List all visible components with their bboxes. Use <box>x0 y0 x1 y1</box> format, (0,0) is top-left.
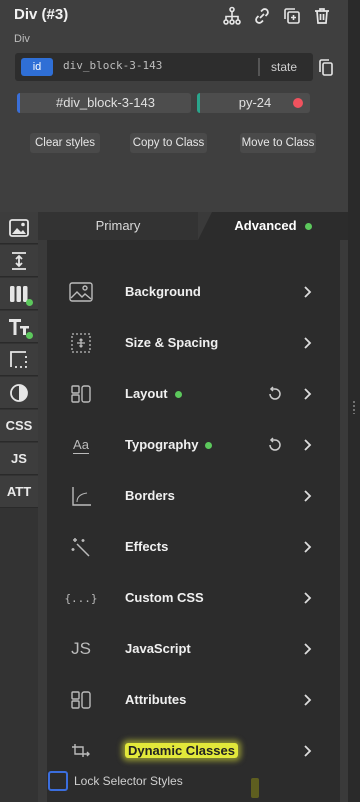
section-label: Effects <box>125 539 169 554</box>
custom-css-icon: {...} <box>64 591 98 605</box>
chevron-right-icon <box>304 388 312 400</box>
style-content: Primary Advanced Background Size & Spaci… <box>38 212 348 802</box>
dynamic-classes-icon <box>69 739 93 763</box>
effects-icon <box>69 535 93 559</box>
resize-grip-icon[interactable] <box>352 400 356 414</box>
vertical-spacing-icon[interactable] <box>0 245 38 277</box>
active-indicator-dot <box>26 332 33 339</box>
copy-to-class-button[interactable]: Copy to Class <box>130 133 207 153</box>
section-javascript[interactable]: JS JavaScript <box>47 624 340 675</box>
copy-selector-icon[interactable] <box>316 58 336 78</box>
size-spacing-icon <box>69 331 93 355</box>
style-sidebar: CSS JS ATT <box>0 212 38 802</box>
lock-selector-styles[interactable]: Lock Selector Styles <box>48 771 183 791</box>
section-label: Borders <box>125 488 175 503</box>
section-label: Layout <box>125 386 182 401</box>
class-chip-label: py-24 <box>238 95 272 110</box>
section-borders[interactable]: Borders <box>47 471 340 522</box>
duplicate-icon[interactable] <box>280 4 304 28</box>
style-tabs: Primary Advanced <box>38 212 348 240</box>
class-chip-py-24[interactable]: py-24 <box>197 93 310 113</box>
css-tab[interactable]: CSS <box>0 410 38 442</box>
advanced-sections: Background Size & Spacing Layout Aa Typo… <box>47 240 340 802</box>
properties-panel: Div (#3) Div id div_block-3-143 state #d… <box>0 0 348 802</box>
section-background[interactable]: Background <box>47 267 340 318</box>
chevron-right-icon <box>304 286 312 298</box>
active-indicator-dot <box>26 299 33 306</box>
contrast-icon[interactable] <box>0 377 38 409</box>
section-label: Dynamic Classes <box>125 743 238 758</box>
active-indicator-dot <box>205 442 213 450</box>
header-actions <box>220 4 334 28</box>
section-custom-css[interactable]: {...} Custom CSS <box>47 573 340 624</box>
att-tab[interactable]: ATT <box>0 476 38 508</box>
section-label: Custom CSS <box>125 590 204 605</box>
active-indicator-dot <box>304 223 312 231</box>
element-type-label: Div <box>14 33 30 45</box>
cursor-marker <box>251 778 259 798</box>
section-dynamic-classes[interactable]: Dynamic Classes <box>47 726 340 777</box>
chevron-right-icon <box>304 745 312 757</box>
panel-header: Div (#3) Div id div_block-3-143 state #d… <box>0 0 348 212</box>
chevron-right-icon <box>304 592 312 604</box>
attributes-icon <box>69 688 93 712</box>
trash-icon[interactable] <box>310 4 334 28</box>
clear-styles-button[interactable]: Clear styles <box>30 133 100 153</box>
class-chip-id[interactable]: #div_block-3-143 <box>17 93 191 113</box>
js-tab[interactable]: JS <box>0 443 38 475</box>
reset-icon[interactable] <box>267 386 283 402</box>
section-label: JavaScript <box>125 641 191 656</box>
tab-primary[interactable]: Primary <box>38 212 198 240</box>
chevron-right-icon <box>304 490 312 502</box>
move-to-class-button[interactable]: Move to Class <box>240 133 316 153</box>
section-effects[interactable]: Effects <box>47 522 340 573</box>
selector-field[interactable]: id div_block-3-143 state <box>15 53 313 81</box>
tab-label: Advanced <box>234 218 297 233</box>
section-label: Background <box>125 284 201 299</box>
chevron-right-icon <box>304 541 312 553</box>
chevron-right-icon <box>304 643 312 655</box>
selector-value[interactable]: div_block-3-143 <box>63 59 162 72</box>
typography-icon: Aa <box>73 436 89 454</box>
link-icon[interactable] <box>250 4 274 28</box>
tab-label: Primary <box>95 218 141 233</box>
state-divider <box>258 58 260 76</box>
tab-advanced[interactable]: Advanced <box>198 212 348 240</box>
reset-icon[interactable] <box>267 437 283 453</box>
section-label: Typography <box>125 437 213 452</box>
section-label: Attributes <box>125 692 187 707</box>
element-title: Div (#3) <box>14 6 69 23</box>
chevron-right-icon <box>304 694 312 706</box>
javascript-icon: JS <box>71 639 91 658</box>
section-label: Size & Spacing <box>125 335 219 350</box>
chevron-right-icon <box>304 439 312 451</box>
borders-icon[interactable] <box>0 344 38 376</box>
class-chip-label: #div_block-3-143 <box>55 95 155 110</box>
background-icon <box>69 280 93 304</box>
chevron-right-icon <box>304 337 312 349</box>
image-icon[interactable] <box>0 212 38 244</box>
layout-icon[interactable] <box>0 278 38 310</box>
lock-checkbox[interactable] <box>48 771 68 791</box>
state-dropdown[interactable]: state <box>271 60 297 74</box>
section-attributes[interactable]: Attributes <box>47 675 340 726</box>
layout-icon <box>69 382 93 406</box>
borders-icon <box>69 484 93 508</box>
section-size-spacing[interactable]: Size & Spacing <box>47 318 340 369</box>
class-status-dot[interactable] <box>293 98 303 108</box>
hierarchy-icon[interactable] <box>220 4 244 28</box>
active-indicator-dot <box>174 391 182 399</box>
selector-type-badge[interactable]: id <box>21 58 53 76</box>
lock-label: Lock Selector Styles <box>74 774 183 788</box>
section-layout[interactable]: Layout <box>47 369 340 420</box>
typography-icon[interactable] <box>0 311 38 343</box>
section-typography[interactable]: Aa Typography <box>47 420 340 471</box>
